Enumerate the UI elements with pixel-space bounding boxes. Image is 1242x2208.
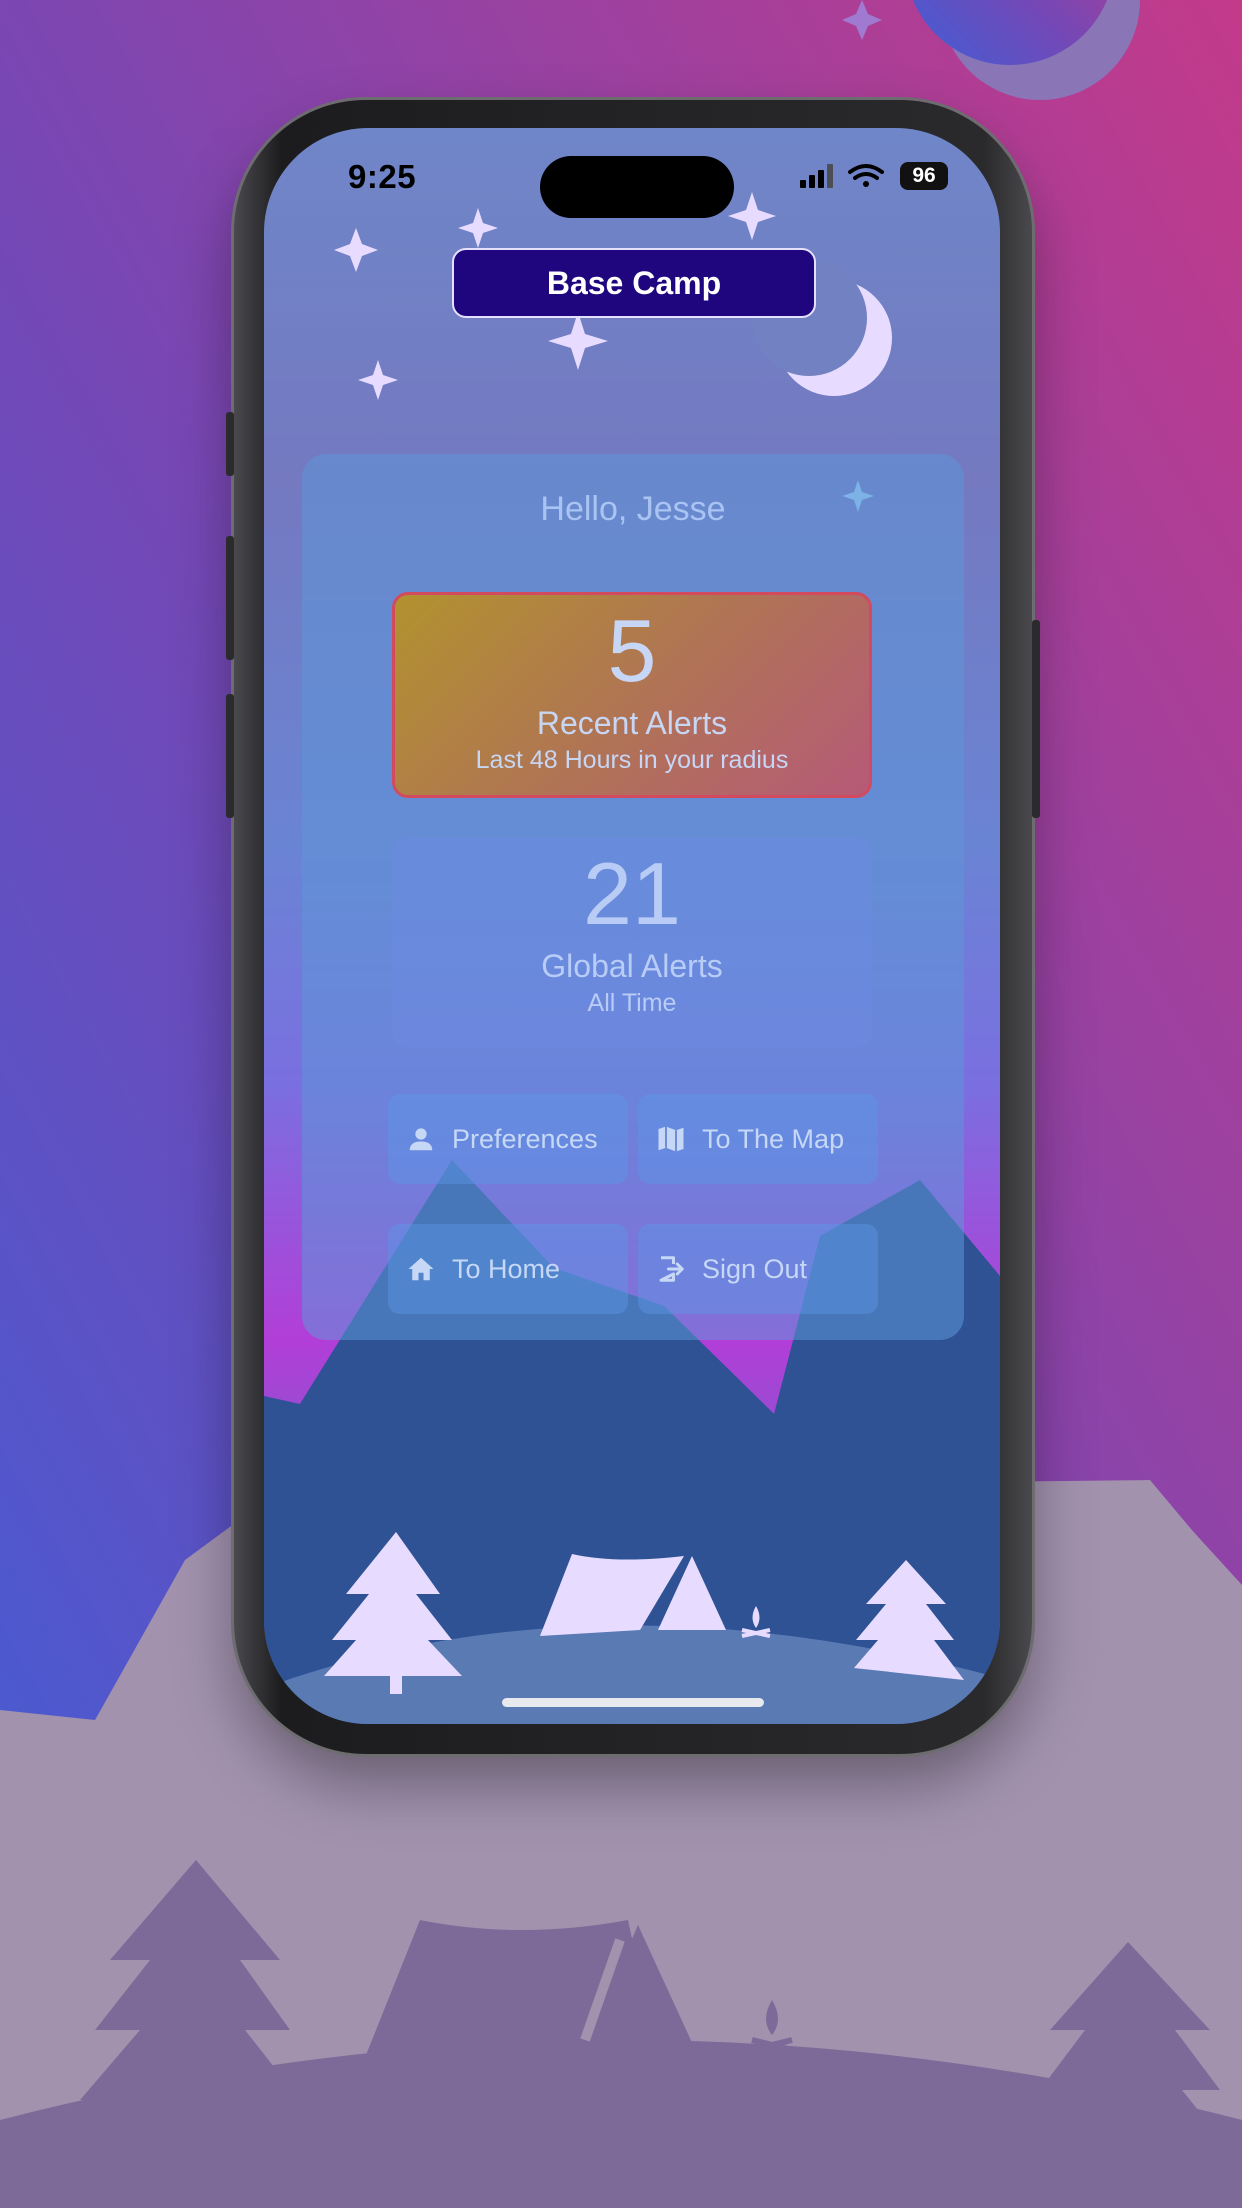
page-title: Base Camp (452, 248, 816, 318)
to-the-map-label: To The Map (702, 1123, 845, 1154)
preferences-label: Preferences (452, 1123, 598, 1154)
wifi-icon (848, 164, 884, 187)
global-alerts-card[interactable]: 21 Global Alerts All Time (392, 838, 872, 1048)
phone-side-button (226, 412, 234, 476)
to-home-label: To Home (452, 1253, 561, 1284)
recent-alerts-count: 5 (607, 601, 657, 700)
home-icon (406, 1254, 436, 1284)
greeting-text: Hello, Jesse (540, 490, 726, 528)
global-alerts-count: 21 (583, 844, 681, 943)
map-icon (656, 1124, 686, 1154)
recent-alerts-label: Recent Alerts (536, 705, 728, 741)
recent-alerts-card[interactable]: 5 Recent Alerts Last 48 Hours in your ra… (392, 592, 872, 798)
global-alerts-label: Global Alerts (541, 948, 723, 984)
status-icons (800, 164, 884, 188)
star-icon (548, 312, 608, 370)
star-icon (334, 228, 378, 272)
dynamic-island (540, 156, 734, 218)
phone-volume-up-button (226, 536, 234, 660)
to-the-map-button[interactable]: To The Map (638, 1094, 878, 1184)
recent-alerts-sublabel: Last 48 Hours in your radius (475, 746, 789, 774)
phone-power-button (1032, 620, 1040, 818)
battery-indicator: 96 (900, 162, 948, 190)
preferences-button[interactable]: Preferences (388, 1094, 628, 1184)
star-icon (458, 208, 498, 248)
signal-icon (800, 164, 833, 188)
person-icon (406, 1124, 436, 1154)
global-alerts-sublabel: All Time (587, 989, 677, 1017)
star-icon (728, 192, 776, 240)
logout-icon (656, 1254, 686, 1284)
sign-out-button[interactable]: Sign Out (638, 1224, 878, 1314)
home-indicator[interactable] (502, 1698, 764, 1707)
sign-out-label: Sign Out (702, 1253, 808, 1284)
phone-volume-down-button (226, 694, 234, 818)
status-time: 9:25 (348, 158, 417, 195)
dashboard-panel: Hello, Jesse 5 Recent Alerts Last 48 Hou… (302, 454, 964, 1340)
to-home-button[interactable]: To Home (388, 1224, 628, 1314)
app-screen: 9:25 96 Base Camp Hello, Jesse 5 Recent … (264, 128, 1000, 1724)
star-icon (358, 360, 398, 400)
